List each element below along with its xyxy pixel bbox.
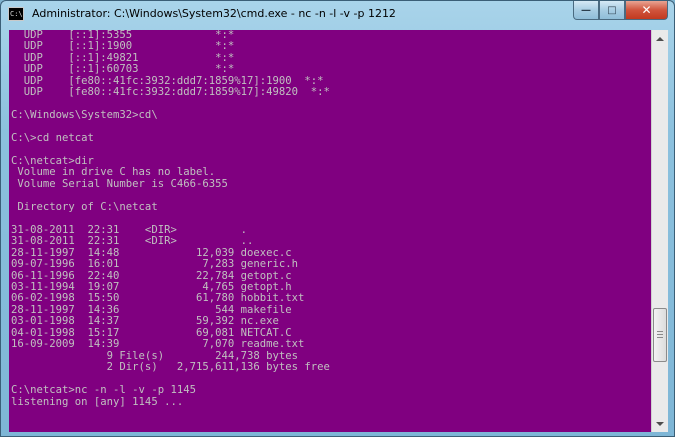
- console-line: Directory of C:\netcat: [11, 200, 158, 213]
- maximize-icon: □: [607, 4, 617, 16]
- cmd-window: C:\ Administrator: C:\Windows\System32\c…: [0, 0, 675, 437]
- console-line: UDP [fe80::41fc:3932:ddd7:1859%17]:1900 …: [11, 74, 324, 87]
- console-line: 31-08-2011 22:31 <DIR> .: [11, 223, 247, 236]
- console-output: UDP [::1]:5355 *:* UDP [::1]:1900 *:* UD…: [11, 30, 330, 408]
- close-icon: ✕: [641, 3, 652, 17]
- console-line: 16-09-2009 14:39 7,070 readme.txt: [11, 338, 305, 351]
- console-line: UDP [::1]:1900 *:*: [11, 40, 235, 53]
- minimize-button[interactable]: —: [573, 1, 599, 20]
- console-line: 31-08-2011 22:31 <DIR> ..: [11, 235, 254, 248]
- cmd-icon[interactable]: C:\: [8, 7, 24, 21]
- minimize-icon: —: [581, 4, 591, 16]
- console-line: 09-07-1996 16:01 7,283 generic.h: [11, 258, 299, 271]
- console-line: 06-11-1996 22:40 22,784 getopt.c: [11, 269, 292, 282]
- grip-line: [657, 331, 663, 332]
- console-line: UDP [::1]:49821 *:*: [11, 51, 235, 64]
- caption-buttons: — □ ✕: [573, 1, 668, 21]
- grip-line: [657, 337, 663, 338]
- console-line: C:\>cd netcat: [11, 132, 94, 145]
- console-line: 28-11-1997 14:36 544 makefile: [11, 303, 292, 316]
- scroll-up-button[interactable]: [652, 30, 668, 47]
- maximize-button[interactable]: □: [599, 1, 625, 20]
- close-button[interactable]: ✕: [625, 1, 668, 20]
- console-line: Volume in drive C has no label.: [11, 166, 216, 179]
- console-line: 2 Dir(s) 2,715,611,136 bytes free: [11, 361, 330, 374]
- scroll-thumb[interactable]: [653, 308, 667, 362]
- arrow-up-icon: [656, 36, 664, 41]
- console-line: Volume Serial Number is C466-6355: [11, 177, 228, 190]
- scroll-down-button[interactable]: [652, 415, 668, 432]
- console-line: 06-02-1998 15:50 61,780 hobbit.txt: [11, 292, 305, 305]
- window-bottom-frame: [1, 432, 674, 436]
- console-area[interactable]: UDP [::1]:5355 *:* UDP [::1]:1900 *:* UD…: [9, 30, 651, 432]
- console-line: 03-01-1998 14:37 59,392 nc.exe: [11, 315, 279, 328]
- console-line: C:\Windows\System32>cd\: [11, 109, 158, 122]
- window-title: Administrator: C:\Windows\System32\cmd.e…: [32, 7, 396, 20]
- console-line: UDP [::1]:5355 *:*: [11, 30, 235, 41]
- grip-line: [657, 334, 663, 335]
- console-line: 9 File(s) 244,738 bytes: [11, 349, 299, 362]
- console-line: UDP [fe80::41fc:3932:ddd7:1859%17]:49820…: [11, 86, 330, 99]
- console-line: 03-11-1994 19:07 4,765 getopt.h: [11, 280, 292, 293]
- arrow-down-icon: [656, 421, 664, 426]
- console-line: C:\netcat>dir: [11, 154, 94, 167]
- console-line: UDP [::1]:60703 *:*: [11, 63, 235, 76]
- console-line: C:\netcat>nc -n -l -v -p 1145: [11, 384, 196, 397]
- console-line: 04-01-1998 15:17 69,081 NETCAT.C: [11, 326, 292, 339]
- title-bar[interactable]: C:\ Administrator: C:\Windows\System32\c…: [1, 1, 674, 30]
- console-line: listening on [any] 1145 ...: [11, 395, 184, 408]
- console-line: 28-11-1997 14:48 12,039 doexec.c: [11, 246, 292, 259]
- vertical-scrollbar[interactable]: [651, 30, 668, 432]
